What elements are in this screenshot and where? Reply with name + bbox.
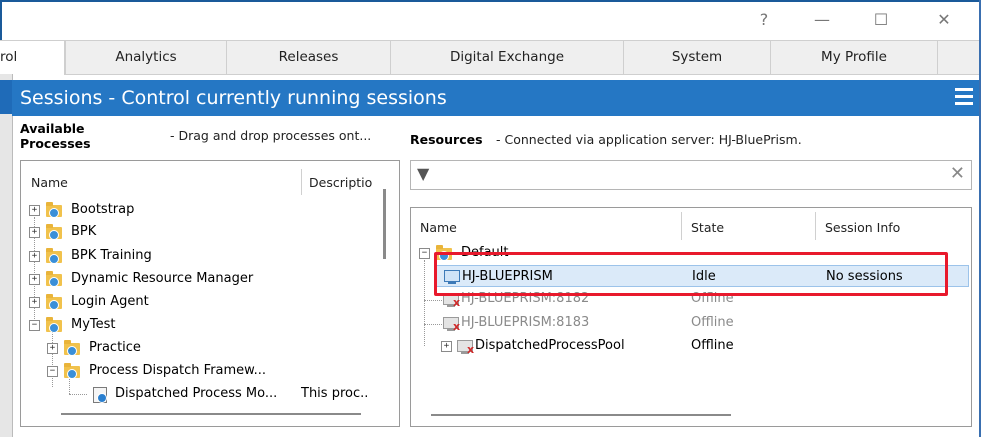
expand-icon[interactable]: + <box>29 205 40 216</box>
tab-system[interactable]: System <box>623 41 770 74</box>
list-item[interactable]: + Login Agent <box>21 291 361 313</box>
processes-tree-pane[interactable]: Name Descriptio + Bootstrap + BPK + BPK … <box>20 160 400 427</box>
list-item[interactable]: − MyTest <box>21 314 361 336</box>
group-badge-icon <box>49 230 59 240</box>
column-header-state[interactable]: State <box>691 220 724 235</box>
expand-icon[interactable]: + <box>441 341 452 352</box>
column-divider <box>815 212 816 240</box>
horizontal-scrollbar[interactable] <box>431 414 731 416</box>
page-title: Sessions - Control currently running ses… <box>20 87 447 109</box>
minimize-button[interactable]: — <box>802 8 842 32</box>
resources-label: Resources <box>410 132 483 147</box>
group-badge-icon <box>67 346 77 356</box>
offline-x-icon: x <box>453 320 461 333</box>
resource-row[interactable]: x HJ-BLUEPRISM:8183 Offline <box>435 312 969 334</box>
list-item[interactable]: − Process Dispatch Framew... <box>21 360 361 382</box>
list-item[interactable]: Dispatched Process Mo... This proc.. <box>21 383 381 405</box>
column-divider <box>681 212 682 240</box>
hamburger-menu-icon[interactable] <box>955 88 973 106</box>
vertical-scrollbar[interactable] <box>383 189 386 259</box>
group-badge-icon <box>49 277 59 287</box>
resources-hint: - Connected via application server: HJ-B… <box>496 132 802 147</box>
navigation-strip <box>0 74 13 437</box>
processes-hint: - Drag and drop processes ont... <box>170 128 372 143</box>
collapse-icon[interactable]: − <box>419 248 430 259</box>
tab-releases[interactable]: Releases <box>226 41 390 74</box>
collapse-icon[interactable]: − <box>29 320 40 331</box>
close-button[interactable]: ✕ <box>924 8 964 32</box>
help-button[interactable]: ? <box>744 8 784 32</box>
column-header-name[interactable]: Name <box>31 175 68 190</box>
tab-control[interactable]: rol <box>0 41 65 75</box>
expand-icon[interactable]: + <box>29 227 40 238</box>
collapse-icon[interactable]: − <box>47 366 58 377</box>
resources-tree-pane[interactable]: Name State Session Info − Default HJ-BLU… <box>410 207 972 427</box>
tab-digital-exchange[interactable]: Digital Exchange <box>390 41 623 74</box>
list-item[interactable]: + Practice <box>21 337 361 359</box>
group-badge-icon <box>49 323 59 333</box>
list-item[interactable]: + BPK Training <box>21 245 361 267</box>
column-header-description[interactable]: Descriptio <box>309 175 372 190</box>
main-tab-bar: rol Analytics Releases Digital Exchange … <box>0 40 979 75</box>
title-bar: ? — ☐ ✕ <box>2 2 979 38</box>
process-badge-icon <box>97 393 107 403</box>
resource-row[interactable]: + x DispatchedProcessPool Offline <box>411 335 969 357</box>
filter-icon[interactable]: ▼ <box>417 164 429 183</box>
column-header-name[interactable]: Name <box>420 220 457 235</box>
group-badge-icon <box>67 369 77 379</box>
highlight-box <box>434 252 948 296</box>
offline-x-icon: x <box>453 296 461 309</box>
tab-my-profile[interactable]: My Profile <box>770 41 938 74</box>
tab-analytics[interactable]: Analytics <box>65 41 226 74</box>
expand-icon[interactable]: + <box>47 343 58 354</box>
list-item[interactable]: + BPK <box>21 221 361 243</box>
list-item[interactable]: + Bootstrap <box>21 199 361 221</box>
maximize-button[interactable]: ☐ <box>861 8 901 32</box>
processes-label: Available Processes <box>20 121 91 151</box>
horizontal-scrollbar[interactable] <box>61 413 361 415</box>
expand-icon[interactable]: + <box>29 274 40 285</box>
group-badge-icon <box>49 208 59 218</box>
group-badge-icon <box>49 254 59 264</box>
expand-icon[interactable]: + <box>29 297 40 308</box>
resource-filter-bar[interactable]: ▼ ✕ <box>410 160 972 190</box>
column-divider <box>301 169 302 195</box>
clear-filter-icon[interactable]: ✕ <box>950 163 965 184</box>
tree-guide <box>424 260 425 346</box>
list-item[interactable]: + Dynamic Resource Manager <box>21 268 361 290</box>
expand-icon[interactable]: + <box>29 251 40 262</box>
offline-x-icon: x <box>467 343 475 356</box>
navigation-strip-active <box>0 80 12 114</box>
group-badge-icon <box>49 300 59 310</box>
column-header-session-info[interactable]: Session Info <box>825 220 900 235</box>
